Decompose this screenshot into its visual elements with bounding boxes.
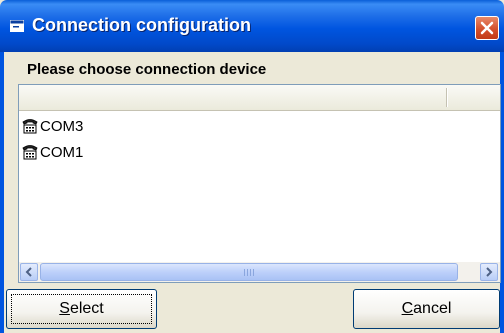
telephone-icon bbox=[22, 145, 38, 160]
cancel-button-label: Cancel bbox=[401, 300, 452, 317]
chevron-right-icon bbox=[486, 267, 493, 277]
title-bar[interactable]: Connection configuration bbox=[0, 0, 504, 52]
list-item-com3[interactable]: COM3 bbox=[21, 116, 83, 136]
window-frame-left bbox=[0, 52, 4, 333]
scroll-right-button[interactable] bbox=[480, 263, 498, 281]
device-label: COM1 bbox=[40, 143, 84, 161]
select-button[interactable]: Select bbox=[6, 289, 157, 329]
connection-dialog: Connection configuration Please choose c… bbox=[0, 0, 504, 333]
list-item-com1[interactable]: COM1 bbox=[21, 142, 83, 162]
close-icon bbox=[480, 21, 494, 35]
window-title: Connection configuration bbox=[32, 15, 251, 35]
device-label: COM3 bbox=[40, 117, 84, 135]
instruction-heading: Please choose connection device bbox=[27, 61, 267, 78]
app-window-icon bbox=[10, 20, 24, 32]
list-column-header[interactable] bbox=[19, 85, 500, 111]
device-list[interactable]: COM3 COM1 bbox=[18, 84, 501, 283]
telephone-icon bbox=[22, 119, 38, 134]
close-button[interactable] bbox=[475, 16, 499, 40]
focus-rectangle bbox=[11, 294, 152, 324]
grip-icon bbox=[244, 269, 254, 276]
scroll-thumb[interactable] bbox=[40, 263, 458, 281]
scroll-left-button[interactable] bbox=[20, 263, 38, 281]
horizontal-scrollbar[interactable] bbox=[19, 262, 500, 282]
chevron-left-icon bbox=[25, 267, 32, 277]
cancel-button[interactable]: Cancel bbox=[353, 289, 500, 329]
